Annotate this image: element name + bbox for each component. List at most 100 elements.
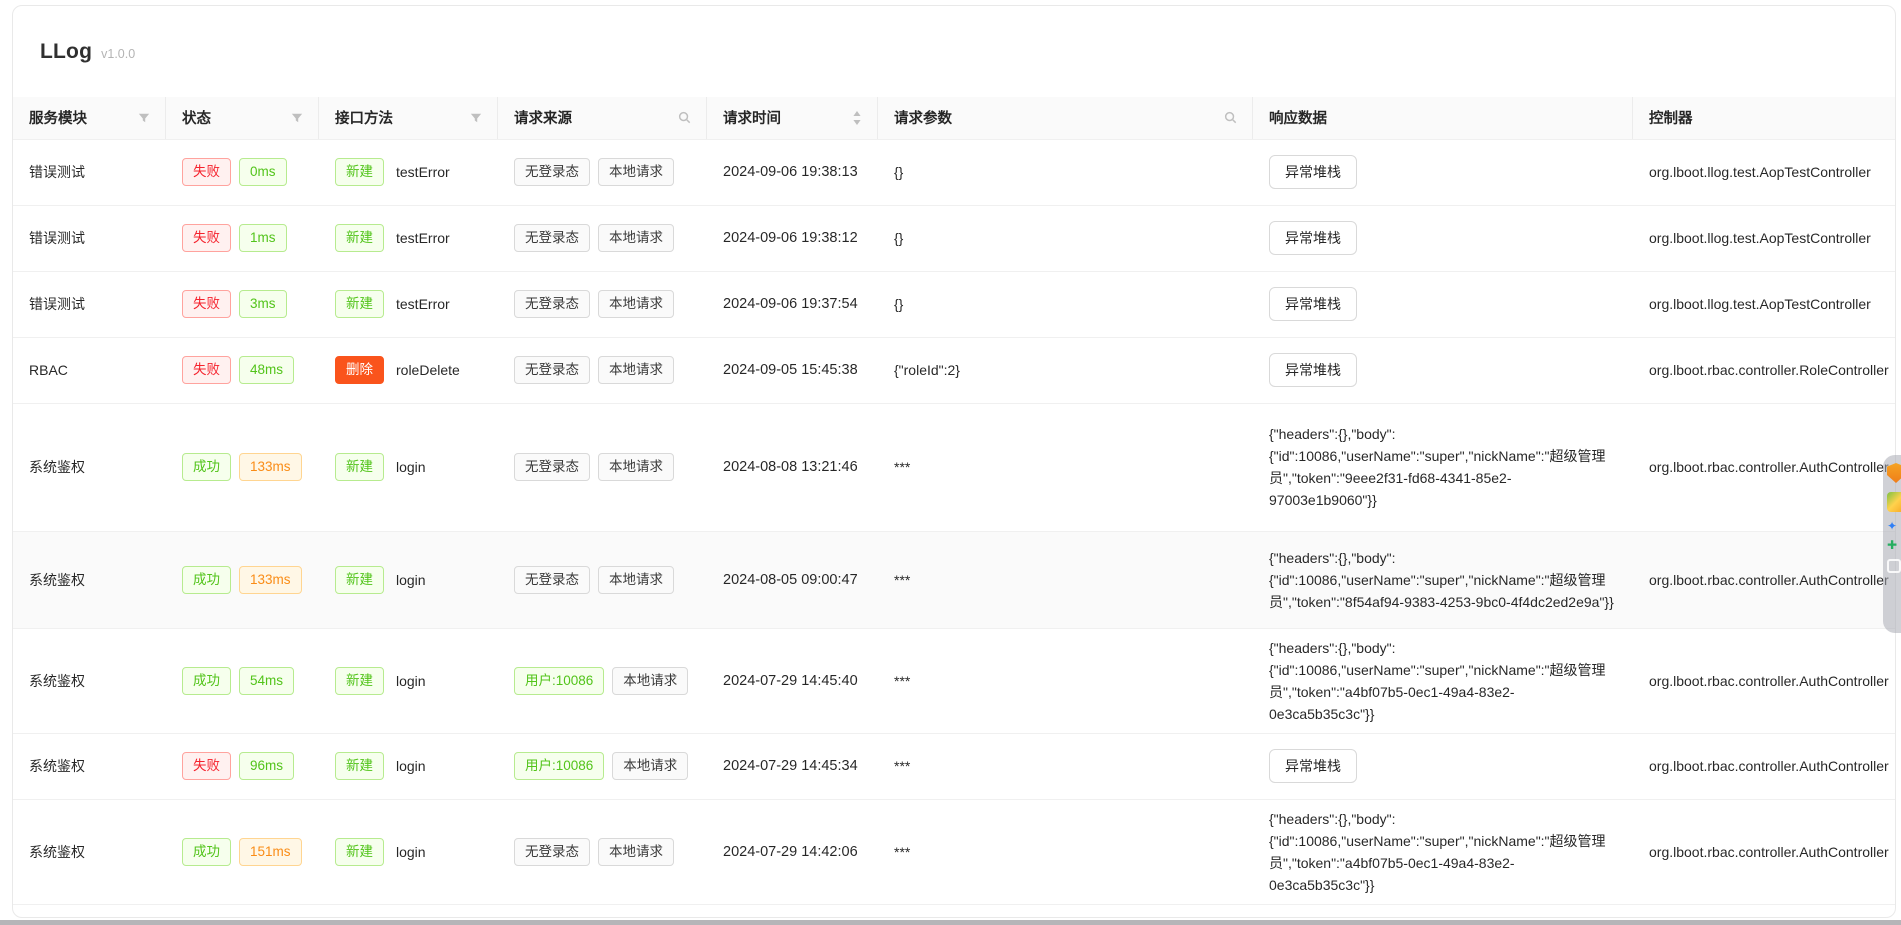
module-cell [13,904,166,917]
controller-cell [1633,904,1895,917]
plus-icon[interactable]: ✚ [1887,539,1897,551]
floating-extension-toolbar[interactable]: ✦ ✚ [1883,455,1901,633]
exception-stack-button[interactable]: 异常堆栈 [1269,749,1357,783]
params-cell: {} [878,139,1253,206]
shield-icon[interactable] [1887,463,1901,483]
controller-cell: org.lboot.rbac.controller.AuthController [1633,403,1895,532]
module-cell: 错误测试 [13,271,166,338]
method-name: login [396,571,426,588]
arrow-up-icon[interactable]: ✦ [1887,520,1897,532]
response-json: {"headers":{},"body":{"id":10086,"userNa… [1269,426,1606,508]
method-cell: 新建 login [319,531,498,629]
time-cell: 2024-08-05 09:00:47 [707,531,878,629]
table-row: 系统鉴权 成功 133ms 新建 login 无登录态 本地请求 2024-08-08… [13,403,1895,532]
action-tag: 新建 [335,752,384,780]
column-header-response: 响应数据 [1253,97,1633,140]
filter-icon[interactable] [138,112,150,124]
gradient-extension-icon[interactable] [1887,492,1901,512]
column-label: 响应数据 [1269,111,1327,128]
response-cell: {"headers":{},"body":{"id":10086,"userNa… [1253,531,1633,629]
method-cell: 新建 login [319,628,498,734]
duration-tag: 96ms [239,752,295,780]
source-cell: 无登录态 本地请求 [498,799,707,905]
duration-tag: 3ms [239,290,287,318]
source-tag: 无登录态 [514,453,590,481]
exception-stack-button[interactable]: 异常堆栈 [1269,287,1357,321]
column-header-params: 请求参数 [878,97,1253,140]
controller-cell: org.lboot.llog.test.AopTestController [1633,205,1895,272]
method-name: login [396,843,426,860]
duration-tag: 133ms [239,565,302,594]
method-cell: 新建 testError [319,205,498,272]
column-header-source: 请求来源 [498,97,707,140]
response-json: {"headers":{},"body":{"id":10086,"userNa… [1269,810,1606,893]
table-body: 错误测试 失败 0ms 新建 testError 无登录态 本地请求 2024-09-… [13,139,1895,917]
status-cell: 成功 151ms [166,799,319,905]
source-tag: 本地请求 [598,224,674,252]
params-cell: {} [878,205,1253,272]
module-cell: 系统鉴权 [13,733,166,800]
table-header-row: 服务模块 状态 接口方法 请求来源 请求时间 请求参数 响应数据 控制器 [13,97,1895,140]
app-version: v1.0.0 [101,46,136,61]
controller-cell: org.lboot.rbac.controller.AuthController [1633,531,1895,629]
module-cell: 错误测试 [13,205,166,272]
column-header-module: 服务模块 [13,97,166,140]
status-tag: 失败 [182,224,231,252]
source-cell: 无登录态 本地请求 [498,531,707,629]
response-cell: {"headers":{},"body":{"id":10086,"userNa… [1253,799,1633,905]
column-label: 状态 [182,111,211,128]
response-cell: 异常堆栈 [1253,733,1633,800]
app-window: LLog v1.0.0 服务模块 状态 接口方法 请求来源 请求时间 请求参数 … [12,5,1896,918]
method-name: testError [396,296,450,312]
source-tag: 本地请求 [612,752,689,780]
method-cell: 新建 login [319,403,498,532]
module-cell: 系统鉴权 [13,799,166,905]
status-tag: 成功 [182,666,231,695]
controller-cell: org.lboot.rbac.controller.AuthController [1633,733,1895,800]
action-tag: 新建 [335,666,384,695]
method-cell: 删除 roleDelete [319,337,498,404]
status-cell: 失败 1ms [166,205,319,272]
source-tag: 无登录态 [514,158,590,186]
table-row: 错误测试 失败 0ms 新建 testError 无登录态 本地请求 2024-09-… [13,139,1895,206]
params-cell: *** [878,733,1253,800]
duration-tag: 0ms [239,158,287,186]
duration-tag: 54ms [239,666,295,695]
column-header-time[interactable]: 请求时间 [707,97,878,140]
exception-stack-button[interactable]: 异常堆栈 [1269,353,1357,387]
source-tag: 无登录态 [514,224,590,252]
response-json: {"headers":{},"body":{"id":10086,"userNa… [1269,549,1614,610]
exception-stack-button[interactable]: 异常堆栈 [1269,155,1357,189]
action-tag: 删除 [335,356,384,384]
params-cell: {} [878,271,1253,338]
exception-stack-button[interactable]: 异常堆栈 [1269,221,1357,255]
method-name: roleDelete [396,362,460,378]
duration-tag: 133ms [239,453,302,481]
square-icon[interactable] [1887,559,1901,573]
column-label: 请求参数 [894,111,952,128]
source-tag: 无登录态 [514,837,590,866]
status-cell: 成功 133ms [166,403,319,532]
method-cell: 新建 login [319,799,498,905]
response-cell: 异常堆栈 [1253,205,1633,272]
table-row: {"headers":{},"body": [13,904,1895,917]
column-label: 请求来源 [514,111,572,128]
status-cell: 失败 3ms [166,271,319,338]
window-bottom-edge [0,920,1901,925]
action-tag: 新建 [335,565,384,594]
status-cell: 成功 133ms [166,531,319,629]
filter-icon[interactable] [470,112,482,124]
search-icon[interactable] [678,111,691,124]
controller-cell: org.lboot.llog.test.AopTestController [1633,139,1895,206]
method-cell: 新建 login [319,733,498,800]
search-icon[interactable] [1224,111,1237,124]
controller-cell: org.lboot.llog.test.AopTestController [1633,271,1895,338]
params-cell: *** [878,403,1253,532]
module-cell: 系统鉴权 [13,531,166,629]
source-tag: 本地请求 [598,837,674,866]
sorter-icon[interactable] [852,110,862,126]
source-tag: 无登录态 [514,356,590,384]
controller-cell: org.lboot.rbac.controller.AuthController [1633,628,1895,734]
params-cell: *** [878,799,1253,905]
filter-icon[interactable] [291,112,303,124]
